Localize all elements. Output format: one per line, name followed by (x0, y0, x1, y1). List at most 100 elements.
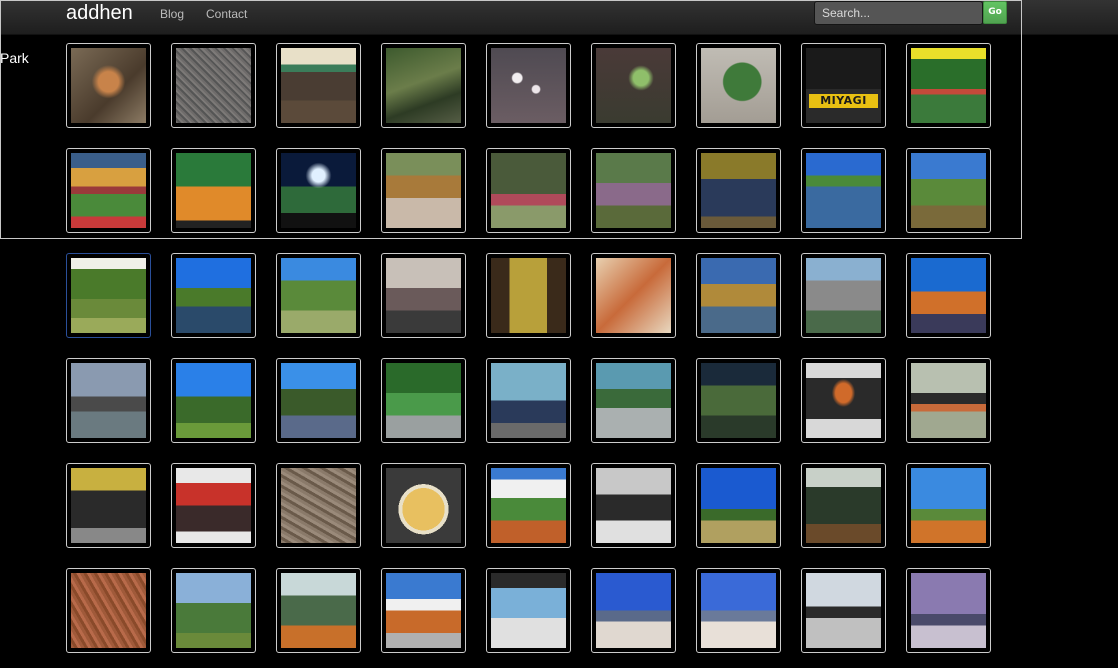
photo-thumbnail[interactable] (906, 148, 991, 233)
packed-stadium-photo (71, 153, 146, 228)
pebble-ground-photo (281, 468, 356, 543)
woodland-trail-photo (596, 153, 671, 228)
photo-thumbnail[interactable] (696, 358, 781, 443)
photo-thumbnail[interactable] (801, 148, 886, 233)
savanna-sky-photo (701, 468, 776, 543)
photo-thumbnail[interactable] (486, 43, 571, 128)
photo-thumbnail[interactable] (696, 463, 781, 548)
wooden-bench-photo (596, 468, 671, 543)
carved-stool-photo (176, 468, 251, 543)
photo-thumbnail[interactable] (906, 253, 991, 338)
photo-thumbnail[interactable] (381, 253, 466, 338)
photo-thumbnail[interactable] (381, 43, 466, 128)
photo-thumbnail[interactable] (276, 463, 361, 548)
photo-thumbnail[interactable] (486, 463, 571, 548)
photo-thumbnail[interactable] (801, 568, 886, 653)
vintage-car-photo (71, 468, 146, 543)
photo-thumbnail[interactable] (276, 358, 361, 443)
photo-thumbnail[interactable] (906, 43, 991, 128)
photo-thumbnail[interactable] (171, 568, 256, 653)
nav-link-blog[interactable]: Blog (160, 7, 184, 21)
pond-reflection-photo (806, 153, 881, 228)
photo-thumbnail[interactable] (906, 463, 991, 548)
photo-thumbnail[interactable] (276, 568, 361, 653)
beach-tree-photo (491, 573, 566, 648)
nav-link-contact[interactable]: Contact (206, 7, 247, 21)
photo-thumbnail[interactable] (171, 358, 256, 443)
photo-thumbnail[interactable] (486, 358, 571, 443)
stadium-fan-photo (176, 153, 251, 228)
photo-thumbnail[interactable] (276, 43, 361, 128)
photo-thumbnail[interactable] (66, 358, 151, 443)
white-flowers-photo (491, 48, 566, 123)
dirt-road-clouds-photo (491, 468, 566, 543)
photo-thumbnail[interactable] (696, 43, 781, 128)
photo-thumbnail[interactable] (381, 568, 466, 653)
food-menu-photo (596, 258, 671, 333)
photo-thumbnail[interactable] (381, 358, 466, 443)
photo-thumbnail[interactable] (591, 568, 676, 653)
canal-view-photo (596, 363, 671, 438)
autumn-lake-photo (176, 258, 251, 333)
mountain-shore-photo (701, 573, 776, 648)
autumn-park-photo (701, 258, 776, 333)
search-input[interactable] (814, 1, 983, 25)
photo-thumbnail[interactable] (276, 253, 361, 338)
photo-thumbnail[interactable] (906, 568, 991, 653)
valley-garden-photo (281, 258, 356, 333)
stadium-night-lights-photo (281, 153, 356, 228)
photo-thumbnail[interactable] (591, 148, 676, 233)
park-hills-photo (911, 153, 986, 228)
photo-thumbnail[interactable] (906, 358, 991, 443)
photo-thumbnail[interactable] (486, 253, 571, 338)
photo-thumbnail[interactable] (591, 43, 676, 128)
photo-thumbnail[interactable] (381, 148, 466, 233)
forest-stream-photo (386, 48, 461, 123)
photo-thumbnail[interactable] (591, 463, 676, 548)
photo-thumbnail[interactable] (66, 253, 151, 338)
photo-thumbnail[interactable] (381, 463, 466, 548)
river-trees-photo (281, 363, 356, 438)
photo-thumbnail[interactable] (486, 568, 571, 653)
photo-thumbnail[interactable] (276, 148, 361, 233)
photo-thumbnail[interactable] (591, 253, 676, 338)
miyagi-stadium-sign-photo: MIYAGI (806, 48, 881, 123)
station-building-photo (491, 363, 566, 438)
autumn-path-photo (386, 153, 461, 228)
dry-leaves-cat-photo (71, 48, 146, 123)
fried-rice-photo (386, 468, 461, 543)
photo-thumbnail[interactable] (486, 148, 571, 233)
photo-thumbnail[interactable] (66, 463, 151, 548)
leafy-path-photo (701, 153, 776, 228)
photo-thumbnail[interactable] (66, 568, 151, 653)
photo-thumbnail[interactable] (696, 568, 781, 653)
photo-thumbnail[interactable] (171, 43, 256, 128)
photo-thumbnail[interactable] (696, 148, 781, 233)
brand-logo-link[interactable]: addhen (66, 1, 133, 25)
photo-thumbnail[interactable] (801, 463, 886, 548)
colorful-bags-photo (911, 363, 986, 438)
photo-thumbnail[interactable] (801, 253, 886, 338)
city-aerial-photo (806, 258, 881, 333)
photo-thumbnail[interactable] (171, 253, 256, 338)
coastal-hut-photo (386, 573, 461, 648)
green-plant-photo (596, 48, 671, 123)
search-go-button[interactable]: Go (983, 1, 1007, 24)
mountain-beach-photo (596, 573, 671, 648)
bookshelf-room-photo (701, 363, 776, 438)
photo-thumbnail[interactable] (66, 148, 151, 233)
photo-thumbnail[interactable]: MIYAGI (801, 43, 886, 128)
photo-thumbnail[interactable] (591, 358, 676, 443)
purple-sky-beach-photo (911, 573, 986, 648)
city-waterfront-photo (71, 363, 146, 438)
scrubland-photo (176, 573, 251, 648)
photo-thumbnail[interactable] (801, 358, 886, 443)
gravel-ground-photo (176, 48, 251, 123)
clear-sky-forest-photo (176, 363, 251, 438)
photo-thumbnail[interactable] (696, 253, 781, 338)
stadium-crowd-photo (911, 48, 986, 123)
garden-trees-photo (71, 258, 146, 333)
photo-thumbnail[interactable] (171, 148, 256, 233)
photo-thumbnail[interactable] (171, 463, 256, 548)
photo-thumbnail[interactable] (66, 43, 151, 128)
